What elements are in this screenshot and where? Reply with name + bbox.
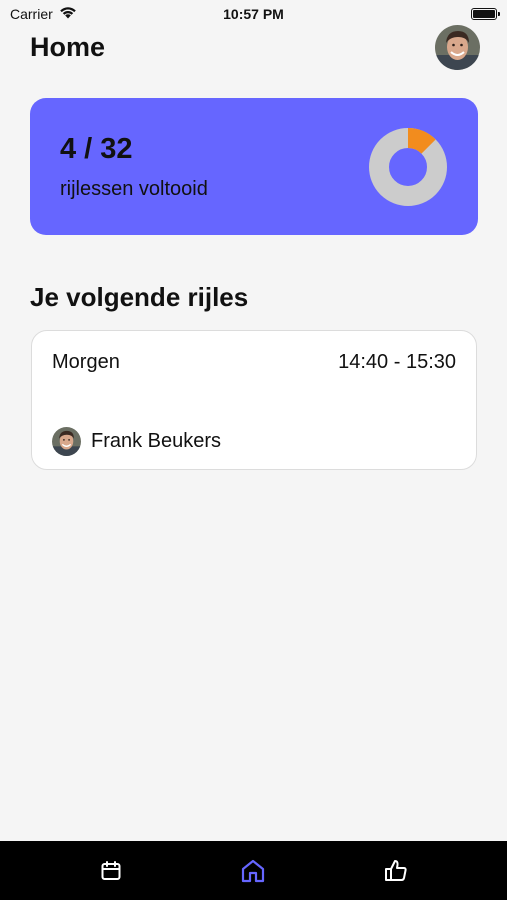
instructor: Frank Beukers — [52, 427, 221, 456]
section-title-next-lesson: Je volgende rijles — [30, 282, 249, 312]
wifi-icon — [59, 6, 77, 22]
progress-donut-chart — [369, 127, 447, 206]
page-title: Home — [30, 31, 106, 62]
tab-home[interactable] — [233, 851, 273, 891]
next-lesson-card[interactable]: Morgen 14:40 - 15:30 Frank Beukers — [31, 330, 477, 470]
tab-calendar[interactable] — [91, 851, 131, 891]
status-left: Carrier — [10, 6, 77, 22]
progress-card[interactable]: 4 / 32 rijlessen voltooid — [30, 98, 478, 235]
calendar-icon — [101, 860, 121, 880]
instructor-name: Frank Beukers — [91, 430, 222, 452]
tab-bar — [0, 841, 507, 900]
thumbs-up-icon — [384, 859, 407, 881]
carrier-label: Carrier — [10, 6, 53, 22]
home-icon — [242, 859, 265, 882]
progress-label: rijlessen voltooid — [60, 177, 208, 200]
person-photo-icon — [52, 427, 81, 456]
progress-text: 4 / 32 rijlessen voltooid — [60, 133, 208, 201]
header: Home — [30, 24, 480, 70]
lesson-row: Morgen 14:40 - 15:30 — [52, 351, 456, 374]
progress-count: 4 / 32 — [60, 132, 133, 165]
lesson-day: Morgen — [52, 351, 120, 373]
person-photo-icon — [435, 24, 480, 70]
tab-feedback[interactable] — [376, 851, 416, 891]
lesson-time: 14:40 - 15:30 — [338, 351, 456, 373]
profile-avatar[interactable] — [435, 24, 480, 70]
battery-icon — [471, 8, 500, 20]
instructor-avatar — [52, 427, 81, 456]
